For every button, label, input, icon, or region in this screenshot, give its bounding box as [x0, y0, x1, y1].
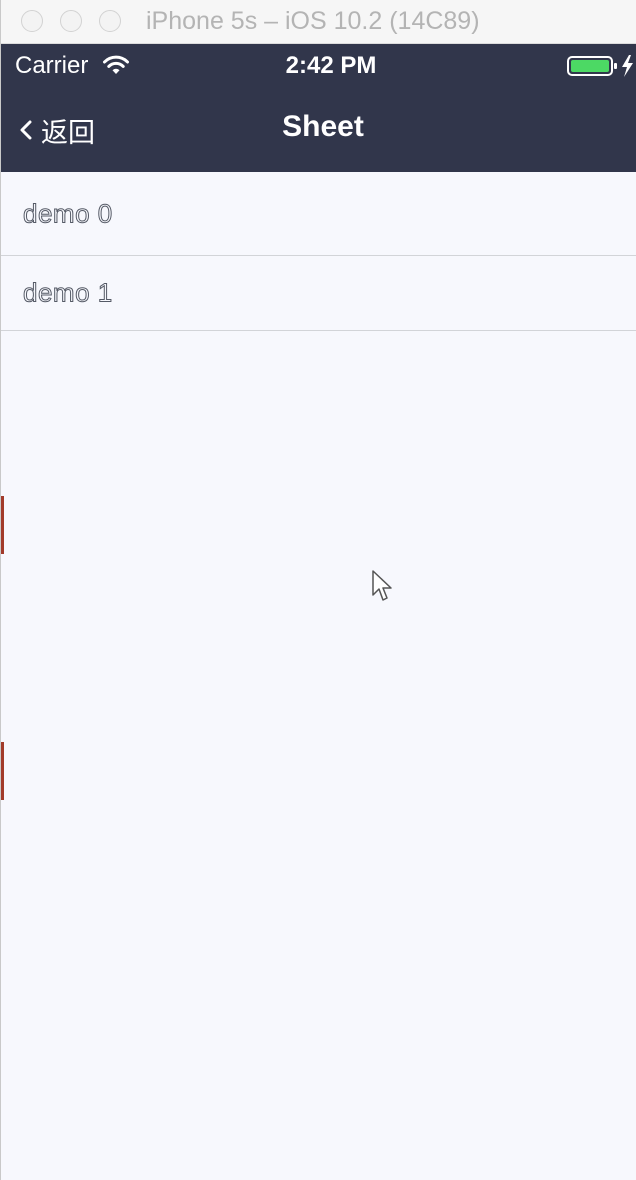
list-item-label: demo 1	[23, 277, 113, 308]
cursor-icon	[372, 570, 392, 601]
list-item-demo-1[interactable]: demo 1	[1, 256, 636, 331]
status-time: 2:42 PM	[285, 52, 377, 79]
simulator-window: iPhone 5s – iOS 10.2 (14C89) Carrier 2:4…	[0, 0, 636, 1180]
demo-list: demo 0 demo 1	[1, 172, 636, 331]
window-titlebar: iPhone 5s – iOS 10.2 (14C89)	[1, 0, 636, 44]
zoom-window-button[interactable]	[99, 10, 121, 32]
navigation-bar: 返回 Sheet	[1, 88, 636, 172]
page-title: Sheet	[282, 110, 364, 143]
close-window-button[interactable]	[21, 10, 43, 32]
status-bar: Carrier 2:42 PM	[1, 44, 636, 88]
battery-icon	[567, 55, 633, 77]
window-title: iPhone 5s – iOS 10.2 (14C89)	[146, 7, 480, 35]
list-item-demo-0[interactable]: demo 0	[1, 172, 636, 256]
bolt-icon	[622, 55, 633, 77]
list-item-label: demo 0	[23, 198, 113, 229]
edge-decoration	[1, 496, 4, 554]
edge-decoration	[1, 742, 4, 800]
minimize-window-button[interactable]	[60, 10, 82, 32]
